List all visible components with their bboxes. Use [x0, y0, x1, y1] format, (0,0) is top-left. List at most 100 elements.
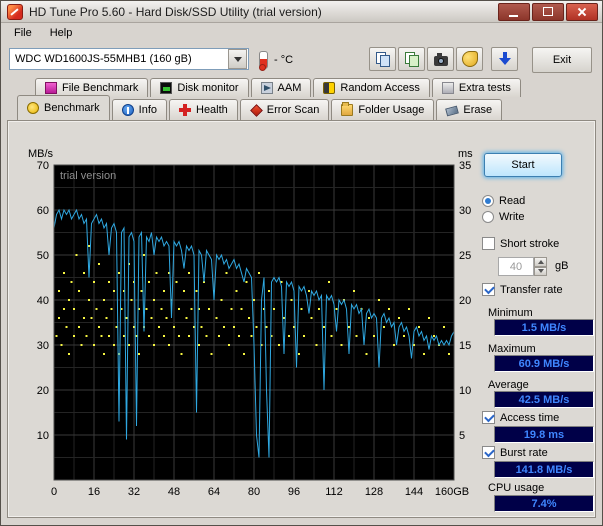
tab-label: Benchmark — [44, 102, 100, 114]
svg-text:144: 144 — [405, 486, 423, 498]
tab-row-lower: Benchmark Info Health Error Scan Folder Usag… — [17, 97, 504, 120]
average-value: 42.5 MB/s — [494, 391, 594, 408]
chevron-down-icon[interactable] — [228, 49, 247, 69]
svg-text:trial version: trial version — [60, 170, 116, 182]
tab-disk-monitor[interactable]: Disk monitor — [150, 78, 248, 97]
copy-report-button[interactable] — [398, 47, 425, 71]
drive-selector[interactable]: WDC WD1600JS-55MHB1 (160 gB) — [9, 48, 249, 70]
svg-text:70: 70 — [37, 160, 49, 172]
temperature-display: - °C — [259, 49, 293, 71]
download-arrow-icon — [498, 52, 512, 66]
tab-label: Error Scan — [267, 104, 320, 116]
cpu-usage-label: CPU usage — [488, 482, 544, 494]
minimum-label: Minimum — [488, 307, 533, 319]
stepper-down-icon[interactable] — [534, 267, 547, 277]
read-radio[interactable] — [482, 195, 494, 207]
hd-tune-window: HD Tune Pro 5.60 - Hard Disk/SSD Utility… — [0, 0, 603, 526]
short-stroke-row[interactable]: Short stroke — [482, 237, 559, 250]
tab-label: Folder Usage — [358, 104, 424, 116]
cpu-usage-value: 7.4% — [494, 495, 594, 512]
health-icon — [179, 104, 191, 116]
stepper-up-icon[interactable] — [534, 257, 547, 267]
toolbar: WDC WD1600JS-55MHB1 (160 gB) - °C — [1, 42, 602, 76]
tab-aam[interactable]: AAM — [251, 78, 312, 97]
benchmark-chart: trial versionMB/sms706050403020103530252… — [12, 145, 484, 503]
transfer-rate-checkbox[interactable] — [482, 283, 495, 296]
camera-icon — [434, 56, 448, 66]
tab-label: Random Access — [340, 82, 419, 94]
svg-text:30: 30 — [37, 340, 49, 352]
maximum-label: Maximum — [488, 343, 536, 355]
app-icon — [7, 4, 23, 20]
svg-text:5: 5 — [459, 430, 465, 442]
options-button[interactable] — [456, 47, 483, 71]
burst-rate-value: 141.8 MB/s — [494, 461, 594, 478]
menu-file[interactable]: File — [5, 25, 41, 41]
transfer-rate-label: Transfer rate — [500, 284, 563, 296]
menu-help[interactable]: Help — [41, 25, 82, 41]
access-time-value: 19.8 ms — [494, 426, 594, 443]
tab-health[interactable]: Health — [169, 99, 238, 120]
desktop: HD Tune Pro 5.60 - Hard Disk/SSD Utility… — [0, 0, 603, 526]
folder-usage-icon — [341, 104, 353, 116]
tab-random-access[interactable]: Random Access — [313, 78, 429, 97]
tab-folder-usage[interactable]: Folder Usage — [331, 99, 434, 120]
disk-monitor-icon — [160, 82, 172, 94]
temperature-value: - °C — [274, 54, 293, 66]
tab-label: Health — [196, 104, 228, 116]
burst-rate-row[interactable]: Burst rate — [482, 446, 548, 459]
svg-text:96: 96 — [288, 486, 300, 498]
aam-icon — [261, 82, 273, 94]
tab-row-upper: File Benchmark Disk monitorAAM Random Acce… — [35, 76, 523, 97]
extra-tests-icon — [442, 82, 454, 94]
access-time-checkbox[interactable] — [482, 411, 495, 424]
copy-icon — [376, 52, 390, 66]
benchmark-controls: Start Read Write Short stroke 40 — [466, 149, 596, 511]
access-time-row[interactable]: Access time — [482, 411, 559, 424]
report-icon — [405, 52, 419, 66]
tab-info[interactable]: Info — [112, 99, 167, 120]
minimum-value: 1.5 MB/s — [494, 319, 594, 336]
svg-text:16: 16 — [88, 486, 100, 498]
tab-erase[interactable]: Erase — [436, 99, 502, 120]
copy-button[interactable] — [369, 47, 396, 71]
svg-text:40: 40 — [37, 295, 49, 307]
random-access-icon — [323, 82, 335, 94]
maximize-button[interactable] — [532, 3, 564, 21]
screenshot-button[interactable] — [427, 47, 454, 71]
close-button[interactable] — [566, 3, 598, 21]
update-button[interactable] — [491, 47, 518, 71]
short-stroke-size-stepper[interactable] — [534, 257, 547, 276]
title-bar[interactable]: HD Tune Pro 5.60 - Hard Disk/SSD Utility… — [1, 1, 602, 23]
start-button-label: Start — [511, 159, 534, 171]
svg-text:32: 32 — [128, 486, 140, 498]
exit-button[interactable]: Exit — [532, 47, 592, 73]
svg-text:128: 128 — [365, 486, 383, 498]
short-stroke-size-input[interactable]: 40 — [498, 257, 534, 276]
tab-benchmark[interactable]: Benchmark — [17, 95, 110, 120]
burst-rate-checkbox[interactable] — [482, 446, 495, 459]
exit-button-label: Exit — [553, 54, 571, 66]
write-radio-label: Write — [499, 211, 524, 223]
svg-text:160GB: 160GB — [435, 486, 469, 498]
minimize-button[interactable] — [498, 3, 530, 21]
start-button[interactable]: Start — [484, 153, 562, 177]
tab-extra-tests[interactable]: Extra tests — [432, 78, 521, 97]
write-radio-row[interactable]: Write — [482, 211, 524, 223]
write-radio[interactable] — [482, 211, 494, 223]
burst-rate-label: Burst rate — [500, 447, 548, 459]
svg-text:112: 112 — [325, 486, 343, 498]
svg-text:60: 60 — [37, 205, 49, 217]
svg-text:50: 50 — [37, 250, 49, 262]
palette-icon — [462, 51, 478, 67]
transfer-rate-row[interactable]: Transfer rate — [482, 283, 563, 296]
tab-label: File Benchmark — [62, 82, 138, 94]
read-radio-row[interactable]: Read — [482, 195, 525, 207]
erase-icon — [446, 106, 460, 117]
tab-error-scan[interactable]: Error Scan — [240, 99, 330, 120]
short-stroke-checkbox[interactable] — [482, 237, 495, 250]
svg-text:20: 20 — [37, 385, 49, 397]
window-title: HD Tune Pro 5.60 - Hard Disk/SSD Utility… — [29, 5, 322, 19]
tab-label: Erase — [463, 104, 492, 116]
file-benchmark-icon — [45, 82, 57, 94]
